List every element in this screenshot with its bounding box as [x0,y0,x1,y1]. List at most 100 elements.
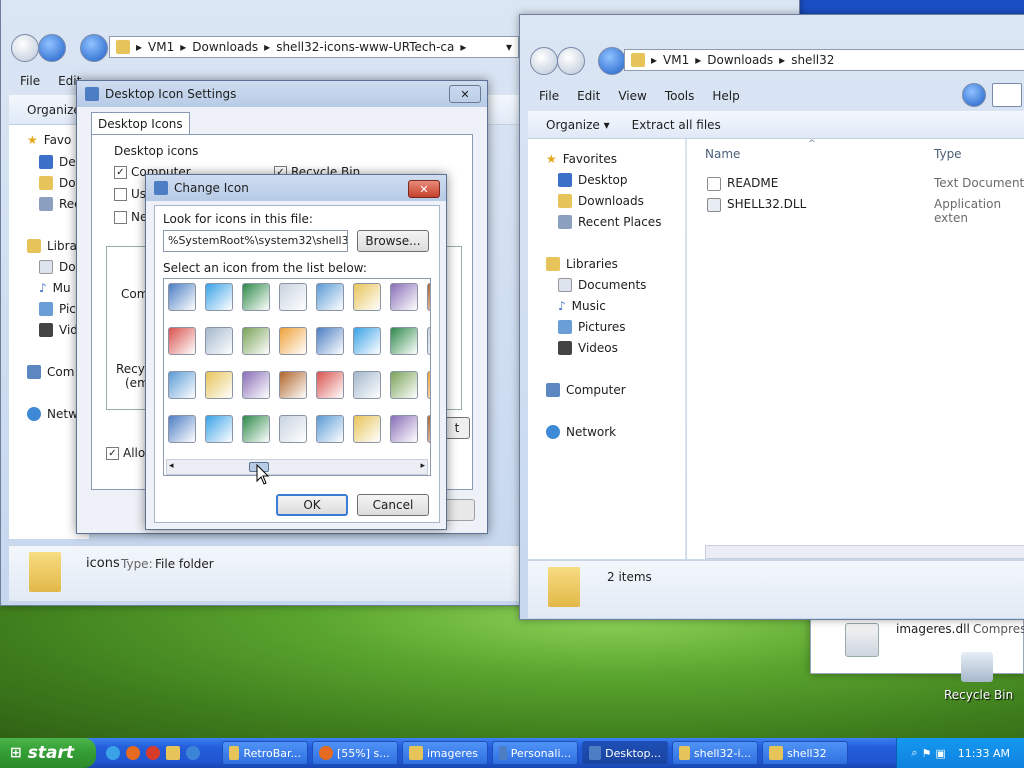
nav-network[interactable]: Netw [27,407,78,421]
path-part[interactable]: VM1 [148,40,174,54]
shell-icon-option[interactable] [353,415,381,443]
left-address-bar[interactable]: ▸ VM1 ▸ Downloads ▸ shell32-icons-www-URTe… [109,36,519,58]
checkbox-network[interactable]: Ne [114,210,147,224]
nav-computer[interactable]: Com [27,365,74,379]
close-button[interactable]: ✕ [449,85,481,103]
checkbox-user[interactable]: Us [114,187,146,201]
taskbar-item[interactable]: Personali... [492,741,578,765]
shell-icon-option[interactable] [205,371,233,399]
up-button[interactable] [598,47,626,75]
nav-videos[interactable]: Videos [558,341,618,355]
path-part[interactable]: VM1 [663,53,689,67]
extract-all-button[interactable]: Extract all files [632,118,721,132]
nav-recent[interactable]: Rec [39,197,81,211]
nav-computer[interactable]: Computer [546,383,626,397]
shell-icon-option[interactable] [242,415,270,443]
tab-desktop-icons[interactable]: Desktop Icons [91,112,190,134]
file-path-input[interactable]: %SystemRoot%\system32\shell32.d [163,230,348,252]
shell-icon-option[interactable] [205,283,233,311]
nav-favorites[interactable]: ★ Favo [27,133,71,147]
shell-icon-option[interactable] [427,371,430,399]
nav-desktop[interactable]: Desktop [558,173,628,187]
shell-icon-option[interactable] [242,283,270,311]
nav-music[interactable]: ♪ Mu [39,281,71,295]
shell-icon-option[interactable] [427,415,430,443]
ok-button[interactable]: OK [276,494,348,516]
back-button[interactable] [11,34,39,62]
shell-icon-option[interactable] [316,327,344,355]
shell-icon-option[interactable] [316,371,344,399]
browse-button[interactable]: Browse... [357,230,429,252]
file-row[interactable]: README Text Document [705,175,1024,193]
nav-recent[interactable]: Recent Places [558,215,661,229]
menu-file[interactable]: File [530,87,568,105]
menu-edit[interactable]: Edit [568,87,609,105]
nav-videos[interactable]: Vid [39,323,78,337]
path-part[interactable]: Downloads [707,53,773,67]
shell-icon-option[interactable] [353,327,381,355]
path-part[interactable]: shell32 [791,53,834,67]
desktop-recycle-bin[interactable]: Recycle Bin [944,652,1014,704]
shell-icon-option[interactable] [242,327,270,355]
view-toggle-button[interactable] [992,83,1022,107]
menu-file[interactable]: File [11,72,49,90]
menu-tools[interactable]: Tools [656,87,704,105]
right-address-bar[interactable]: ▸ VM1 ▸ Downloads ▸ shell32 [624,49,1024,71]
forward-button[interactable] [38,34,66,62]
search-icon[interactable]: ⌕ [911,746,917,760]
horizontal-scrollbar[interactable]: ◂ ▸ [166,459,428,475]
shell-icon-option[interactable] [279,327,307,355]
taskbar-item[interactable]: shell32 [762,741,848,765]
icon-list[interactable]: ◂ ▸ [163,278,431,476]
taskbar-item[interactable]: [55%] s... [312,741,398,765]
shell-icon-option[interactable] [242,371,270,399]
nav-network[interactable]: Network [546,425,616,439]
shell-icon-option[interactable] [205,415,233,443]
nav-documents[interactable]: Documents [558,278,646,292]
organize-button[interactable]: Organize ▾ [546,118,610,132]
up-button[interactable] [80,34,108,62]
taskbar-item-active[interactable]: Desktop... [582,741,668,765]
shell-icon-option[interactable] [316,283,344,311]
column-header-name[interactable]: Name [705,147,740,161]
nav-favorites[interactable]: ★ Favorites [546,152,617,166]
shell-icon-option[interactable] [279,283,307,311]
column-header-type[interactable]: Type [934,147,962,161]
shell-icon-option[interactable] [168,371,196,399]
scroll-left-arrow[interactable]: ◂ [169,461,174,471]
nav-pictures[interactable]: Pic [39,302,76,316]
shell-icon-option[interactable] [168,327,196,355]
start-button[interactable]: ⊞ start [0,738,96,768]
file-row[interactable]: SHELL32.DLL Application exten [705,196,1024,225]
path-part[interactable]: shell32-icons-www-URTech-ca [276,40,454,54]
taskbar-item[interactable]: imageres [402,741,488,765]
forward-button[interactable] [557,47,585,75]
shell-icon-option[interactable] [390,283,418,311]
taskbar-item[interactable]: RetroBar... [222,741,308,765]
shell-icon-option[interactable] [427,283,430,311]
folder-icon[interactable] [166,746,180,760]
close-button[interactable]: ✕ [408,180,440,198]
horizontal-scrollbar[interactable] [705,545,1024,559]
nav-libraries[interactable]: Libra [27,239,77,253]
network-tray-icon[interactable]: ▣ [935,747,945,760]
taskbar-item[interactable]: shell32-i... [672,741,758,765]
clock[interactable]: 11:33 AM [958,747,1010,760]
browser-icon[interactable] [146,746,160,760]
nav-documents[interactable]: Do [39,260,76,274]
shell-icon-option[interactable] [390,327,418,355]
shell-icon-option[interactable] [353,371,381,399]
nav-libraries[interactable]: Libraries [546,257,618,271]
shell-icon-option[interactable] [353,283,381,311]
ie-icon[interactable] [186,746,200,760]
shell-icon-option[interactable] [168,283,196,311]
flag-icon[interactable]: ⚑ [922,747,932,760]
path-part[interactable]: Downloads [192,40,258,54]
firefox-icon[interactable] [126,746,140,760]
shell-icon-option[interactable] [279,371,307,399]
back-button[interactable] [530,47,558,75]
shell-icon-option[interactable] [427,327,430,355]
menu-help[interactable]: Help [703,87,748,105]
shell-icon-option[interactable] [279,415,307,443]
nav-pictures[interactable]: Pictures [558,320,626,334]
